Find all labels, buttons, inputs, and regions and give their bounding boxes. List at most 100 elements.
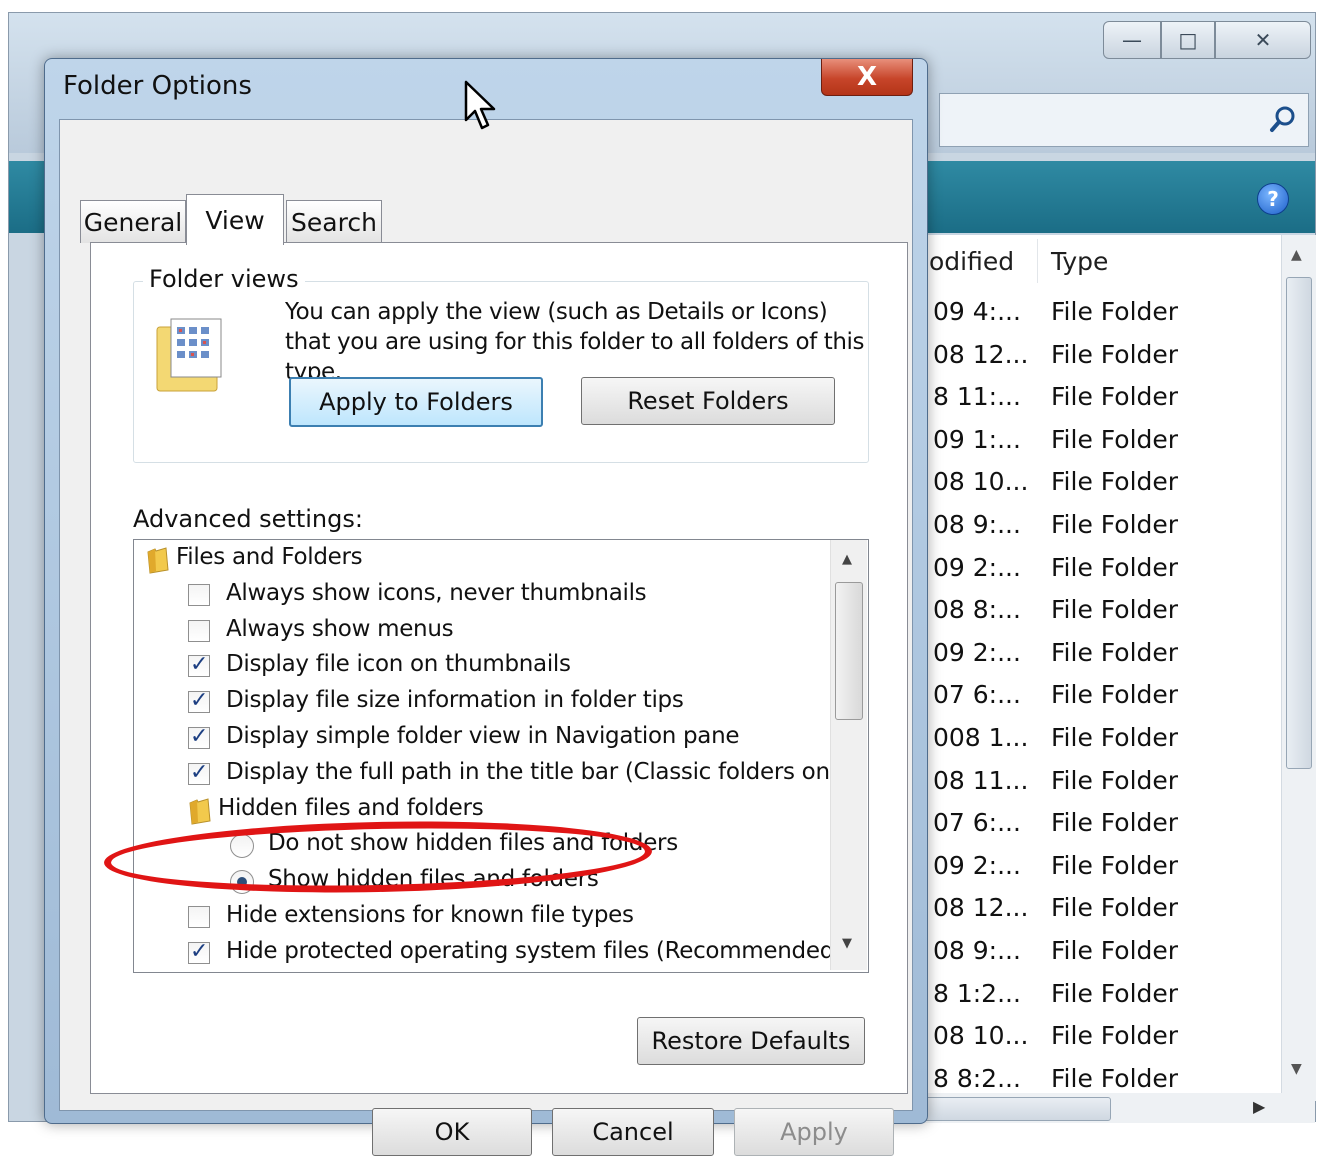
scroll-down-arrow-icon[interactable]: ▼ bbox=[1291, 1061, 1302, 1077]
row-modified: 08 12... bbox=[933, 339, 1029, 369]
row-modified: 08 8:... bbox=[933, 595, 1021, 625]
apply-button[interactable]: Apply bbox=[734, 1108, 894, 1156]
row-type: File Folder bbox=[1051, 1063, 1179, 1093]
table-row[interactable]: 09 2:... File Folder bbox=[919, 547, 1279, 589]
row-type: File Folder bbox=[1051, 595, 1179, 625]
reset-folders-button[interactable]: Reset Folders bbox=[581, 377, 835, 425]
table-row[interactable]: 008 1... File Folder bbox=[919, 717, 1279, 759]
window-close-button[interactable]: ✕ bbox=[1215, 21, 1311, 59]
file-list-scrollbar[interactable]: ▲ ▼ bbox=[1281, 235, 1316, 1101]
folder-icon bbox=[146, 546, 170, 574]
close-icon: X bbox=[856, 62, 878, 92]
table-row[interactable]: 07 6:... File Folder bbox=[919, 674, 1279, 716]
advanced-settings-scrollbar[interactable]: ▲ ▼ bbox=[830, 540, 867, 970]
maximize-button[interactable]: □ bbox=[1161, 21, 1215, 59]
checkbox[interactable] bbox=[188, 939, 210, 964]
folder-views-label: Folder views bbox=[143, 265, 305, 293]
scroll-up-arrow-icon[interactable]: ▲ bbox=[842, 552, 852, 567]
checkbox[interactable] bbox=[188, 652, 210, 678]
scroll-up-arrow-icon[interactable]: ▲ bbox=[1291, 247, 1302, 263]
restore-defaults-button[interactable]: Restore Defaults bbox=[637, 1017, 865, 1065]
column-header-type[interactable]: Type bbox=[1043, 239, 1292, 283]
tab-general[interactable]: General bbox=[80, 200, 186, 243]
row-type: File Folder bbox=[1051, 424, 1179, 454]
checkbox[interactable] bbox=[188, 583, 210, 606]
checkbox[interactable] bbox=[188, 619, 210, 642]
row-modified: 07 6:... bbox=[933, 680, 1021, 710]
row-modified: 08 11... bbox=[933, 765, 1029, 795]
tree-item-label: Display file size information in folder … bbox=[226, 687, 684, 714]
scroll-right-arrow-icon[interactable]: ▶ bbox=[1253, 1097, 1265, 1116]
row-modified: 09 2:... bbox=[933, 637, 1021, 667]
row-modified: 08 9:... bbox=[933, 510, 1021, 539]
row-modified: 08 10... bbox=[933, 1021, 1029, 1051]
help-icon[interactable]: ? bbox=[1257, 183, 1289, 215]
row-type: File Folder bbox=[1051, 850, 1179, 880]
tab-view[interactable]: View bbox=[186, 194, 284, 245]
table-row[interactable]: 09 2:... File Folder bbox=[919, 845, 1279, 887]
folder-options-dialog: Folder Options X General View Search Fol… bbox=[44, 58, 928, 1156]
horizontal-scrollbar[interactable]: ▶ bbox=[919, 1093, 1315, 1123]
table-row[interactable]: 08 11... File Folder bbox=[919, 760, 1279, 802]
dialog-close-button[interactable]: X bbox=[821, 59, 913, 96]
apply-to-folders-button[interactable]: Apply to Folders bbox=[289, 377, 543, 427]
row-modified: 8 8:2... bbox=[933, 1063, 1021, 1093]
row-type: File Folder bbox=[1051, 765, 1179, 795]
tab-search[interactable]: Search bbox=[286, 200, 382, 243]
row-type: File Folder bbox=[1051, 382, 1179, 412]
advanced-settings-label: Advanced settings: bbox=[133, 505, 363, 533]
folder-icon bbox=[188, 797, 212, 825]
row-type: File Folder bbox=[1051, 936, 1179, 965]
advanced-settings-scroll-thumb[interactable] bbox=[835, 582, 863, 720]
search-input[interactable] bbox=[939, 93, 1309, 147]
checkbox[interactable] bbox=[188, 760, 210, 785]
advanced-settings-tree[interactable]: Files and Folders Always show icons, neve… bbox=[133, 539, 869, 973]
tree-item-label: Always show icons, never thumbnails bbox=[226, 579, 647, 606]
checkbox[interactable] bbox=[188, 906, 210, 928]
scroll-down-arrow-icon[interactable]: ▼ bbox=[842, 936, 852, 951]
row-type: File Folder bbox=[1051, 680, 1179, 710]
table-row[interactable]: 08 10... File Folder bbox=[919, 461, 1279, 503]
table-row[interactable]: 09 4:... File Folder bbox=[919, 291, 1279, 333]
ok-button[interactable]: OK bbox=[372, 1108, 532, 1156]
row-modified: 09 2:... bbox=[933, 850, 1021, 880]
tree-item-label: Always show menus bbox=[226, 615, 454, 642]
dialog-body: General View Search Folder views You can… bbox=[59, 119, 913, 1156]
row-type: File Folder bbox=[1051, 339, 1179, 369]
file-list: odified Type 09 4:... File Folder 08 12...… bbox=[919, 235, 1292, 1101]
search-icon[interactable] bbox=[1268, 104, 1298, 134]
horizontal-scrollbar-thumb[interactable] bbox=[923, 1097, 1111, 1121]
cancel-button[interactable]: Cancel bbox=[552, 1108, 714, 1156]
row-modified: 08 12... bbox=[933, 893, 1029, 923]
mouse-cursor-icon bbox=[464, 80, 496, 130]
dialog-title: Folder Options bbox=[63, 71, 252, 101]
table-row[interactable]: 08 12... File Folder bbox=[919, 887, 1279, 929]
table-row[interactable]: 8 1:2... File Folder bbox=[919, 973, 1279, 1015]
table-row[interactable]: 09 1:... File Folder bbox=[919, 419, 1279, 461]
table-row[interactable]: 08 9:... File Folder bbox=[919, 930, 1279, 972]
minimize-button[interactable]: — bbox=[1103, 21, 1161, 59]
tree-item-label: Display simple folder view in Navigation… bbox=[226, 723, 740, 749]
row-modified: 8 11:... bbox=[933, 382, 1021, 412]
table-row[interactable]: 08 9:... File Folder bbox=[919, 504, 1279, 546]
row-modified: 07 6:... bbox=[933, 808, 1021, 838]
row-type: File Folder bbox=[1051, 978, 1179, 1008]
row-type: File Folder bbox=[1051, 893, 1179, 923]
column-header-modified[interactable]: odified bbox=[929, 239, 1038, 283]
table-row[interactable]: 09 2:... File Folder bbox=[919, 632, 1279, 674]
checkbox[interactable] bbox=[188, 688, 210, 714]
table-row[interactable]: 08 8:... File Folder bbox=[919, 589, 1279, 631]
folder-views-icon bbox=[156, 318, 222, 392]
row-type: File Folder bbox=[1051, 808, 1179, 838]
table-row[interactable]: 08 10... File Folder bbox=[919, 1015, 1279, 1057]
row-modified: 09 2:... bbox=[933, 552, 1021, 582]
view-tab-panel: Folder views You can apply the view (suc… bbox=[90, 242, 908, 1094]
row-modified: 09 4:... bbox=[933, 297, 1021, 326]
scrollbar-thumb[interactable] bbox=[1286, 277, 1312, 769]
table-row[interactable]: 08 12... File Folder bbox=[919, 334, 1279, 376]
row-modified: 08 10... bbox=[933, 467, 1029, 497]
table-row[interactable]: 07 6:... File Folder bbox=[919, 802, 1279, 844]
table-row[interactable]: 8 11:... File Folder bbox=[919, 376, 1279, 418]
tree-item-label: Hide protected operating system files (R… bbox=[226, 937, 843, 964]
checkbox[interactable] bbox=[188, 724, 210, 749]
